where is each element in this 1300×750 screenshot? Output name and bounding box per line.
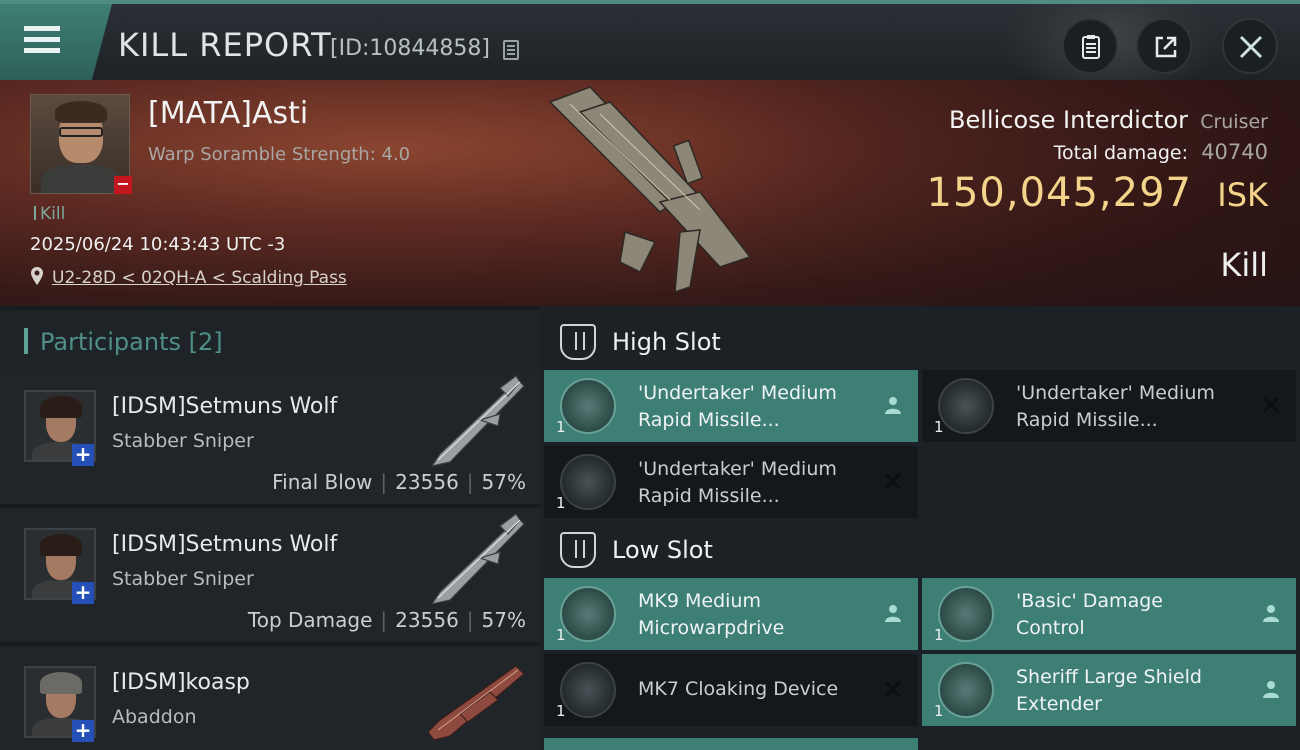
participant-percent: 57%	[481, 608, 526, 632]
participant-ship-image	[430, 513, 525, 605]
high-slot-header: High Slot	[540, 310, 1300, 374]
participant-damage: 23556	[395, 608, 459, 632]
participant-name[interactable]: [IDSM]Setmuns Wolf	[112, 532, 337, 557]
participant-ship-image	[430, 375, 525, 467]
low-slot-icon	[560, 532, 596, 568]
total-damage-value: 40740	[1201, 140, 1268, 164]
participant-stats: Final Blow | 23556 | 57%	[272, 470, 526, 494]
participant-stats: Top Damage | 23556 | 57%	[247, 608, 526, 632]
clipboard-button[interactable]	[1062, 18, 1118, 74]
report-id: [ID:10844858]	[330, 36, 490, 61]
participants-header: Participants [2]	[0, 310, 540, 370]
module-name: MK9 Medium Microwarpdrive	[638, 590, 785, 639]
module-quantity: 1	[934, 626, 944, 644]
module-name: 'Undertaker' Medium Rapid Missile...	[638, 458, 837, 507]
hamburger-icon	[24, 26, 60, 54]
high-slot-title: High Slot	[612, 328, 721, 356]
location-pin-icon	[31, 267, 43, 285]
destroyed-icon	[885, 681, 901, 697]
module-item[interactable]: 1 'Undertaker' Medium Rapid Missile...	[544, 446, 918, 518]
kill-type-tag: Kill	[34, 204, 65, 224]
participant-percent: 57%	[481, 470, 526, 494]
module-item[interactable]: 1 Sheriff Large Shield Extender	[922, 654, 1296, 726]
participants-count: [2]	[188, 328, 223, 356]
isk-unit: ISK	[1217, 176, 1268, 214]
low-slot-header: Low Slot	[540, 518, 1300, 582]
module-item[interactable]: 1 'Undertaker' Medium Rapid Missile...	[544, 370, 918, 442]
hostile-badge: −	[114, 176, 132, 194]
warp-scramble-strength: Warp Soramble Strength: 4.0	[148, 144, 411, 165]
module-quantity: 1	[934, 702, 944, 720]
participant-ship: Stabber Sniper	[112, 430, 254, 452]
participant-ship-image	[427, 665, 525, 741]
module-item[interactable]: 1 'Basic' Damage Control	[922, 578, 1296, 650]
high-slot-icon	[560, 324, 596, 360]
module-quantity: 1	[556, 702, 566, 720]
module-quantity: 1	[556, 418, 566, 436]
module-item[interactable]: 1 MK7 Cloaking Device	[544, 654, 918, 726]
participants-title: Participants [2]	[40, 328, 223, 356]
total-damage-label: Total damage:	[1053, 142, 1188, 164]
participants-panel: Participants [2] + [IDSM]Setmuns Wolf St…	[0, 306, 540, 750]
ally-badge: +	[72, 720, 94, 742]
participant-role: Top Damage	[247, 608, 373, 632]
close-icon	[1239, 35, 1263, 59]
low-slot-title: Low Slot	[612, 536, 713, 564]
module-name: 'Undertaker' Medium Rapid Missile...	[638, 382, 837, 431]
ally-badge: +	[72, 582, 94, 604]
fitting-panel: High Slot 1 'Undertaker' Medium Rapid Mis…	[540, 306, 1300, 750]
fitted-person-icon	[1263, 605, 1279, 622]
destroyed-icon	[885, 473, 901, 489]
missile-launcher-icon	[938, 378, 994, 434]
victim-ship-image[interactable]	[540, 82, 770, 302]
share-button[interactable]	[1136, 18, 1192, 74]
missile-launcher-icon	[560, 378, 616, 434]
fitted-person-icon	[885, 397, 901, 414]
page-title: KILL REPORT	[118, 26, 332, 64]
victim-ship-name[interactable]: Bellicose Interdictor	[949, 106, 1188, 134]
participant-name[interactable]: [IDSM]Setmuns Wolf	[112, 394, 337, 419]
damage-control-icon	[938, 586, 994, 642]
participant-ship: Stabber Sniper	[112, 568, 254, 590]
participant-ship: Abaddon	[112, 706, 197, 728]
ally-badge: +	[72, 444, 94, 466]
participant-row[interactable]: + [IDSM]Setmuns Wolf Stabber Sniper Top …	[0, 508, 540, 644]
missile-launcher-icon	[560, 454, 616, 510]
result-label: Kill	[1220, 246, 1268, 284]
module-quantity: 1	[556, 626, 566, 644]
module-item-partial[interactable]	[544, 738, 918, 750]
destroyed-icon	[1263, 397, 1279, 413]
victim-ship-class: Cruiser	[1200, 111, 1268, 133]
module-name: 'Basic' Damage Control	[1016, 590, 1163, 639]
participant-damage: 23556	[395, 470, 459, 494]
clipboard-icon	[1082, 35, 1100, 59]
shield-extender-icon	[938, 662, 994, 718]
close-button[interactable]	[1222, 18, 1278, 74]
fitted-person-icon	[1263, 681, 1279, 698]
module-quantity: 1	[556, 494, 566, 512]
fitted-person-icon	[885, 605, 901, 622]
module-name: Sheriff Large Shield Extender	[1016, 666, 1202, 715]
location-link[interactable]: U2-28D < 02QH-A < Scalding Pass	[52, 268, 347, 288]
kill-datetime: 2025/06/24 10:43:43 UTC -3	[30, 234, 286, 255]
participant-name[interactable]: [IDSM]koasp	[112, 670, 250, 695]
participant-role: Final Blow	[272, 470, 373, 494]
victim-name[interactable]: [MATA]Asti	[148, 96, 308, 131]
module-item[interactable]: 1 'Undertaker' Medium Rapid Missile...	[922, 370, 1296, 442]
menu-button[interactable]	[0, 4, 112, 80]
module-quantity: 1	[934, 418, 944, 436]
cloaking-device-icon	[560, 662, 616, 718]
top-bar: KILL REPORT [ID:10844858]	[0, 0, 1300, 80]
module-name: MK7 Cloaking Device	[638, 678, 839, 700]
participant-row[interactable]: + [IDSM]Setmuns Wolf Stabber Sniper Fina…	[0, 370, 540, 506]
module-name: 'Undertaker' Medium Rapid Missile...	[1016, 382, 1215, 431]
share-icon	[1155, 36, 1177, 58]
module-item[interactable]: 1 MK9 Medium Microwarpdrive	[544, 578, 918, 650]
participant-row[interactable]: + [IDSM]koasp Abaddon	[0, 646, 540, 750]
copy-id-icon[interactable]	[503, 40, 519, 60]
isk-value: 150,045,297	[926, 170, 1192, 216]
microwarpdrive-icon	[560, 586, 616, 642]
